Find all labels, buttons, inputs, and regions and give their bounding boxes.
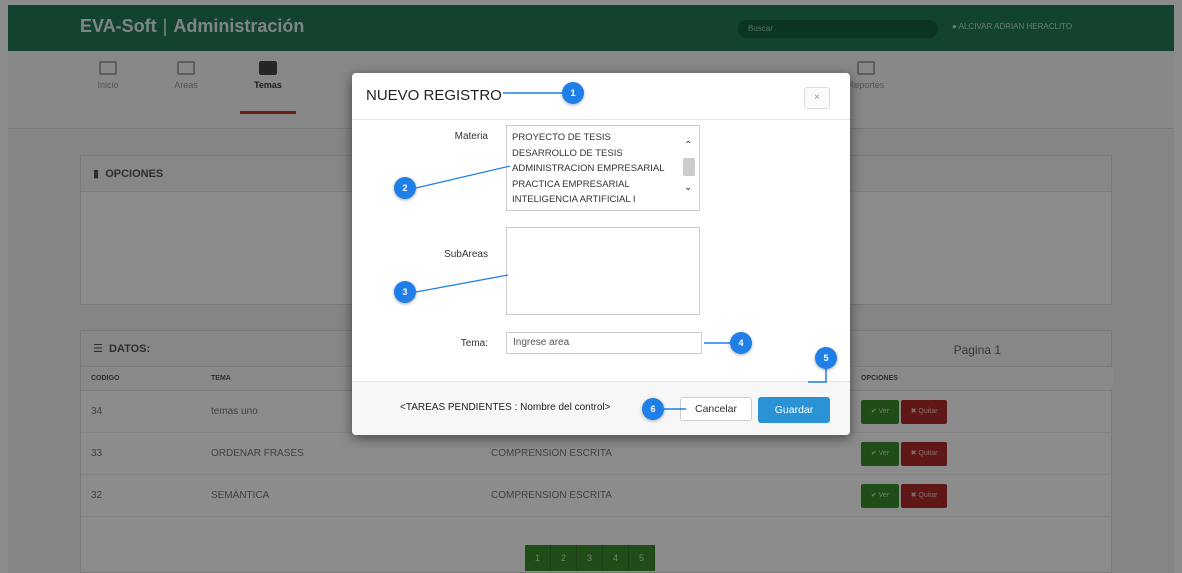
modal-title: NUEVO REGISTRO [366,87,502,104]
list-item[interactable]: PROYECTO DE TESIS [512,130,694,146]
materia-listbox[interactable]: PROYECTO DE TESIS DESARROLLO DE TESIS AD… [506,125,700,211]
callout-badge: 2 [394,177,416,199]
tema-label: Tema: [460,338,488,349]
scroll-thumb[interactable] [683,158,695,176]
list-item[interactable]: INTELIGENCIA ARTIFICIAL I [512,192,694,208]
modal-footer: <TAREAS PENDIENTES : Nombre del control>… [352,381,850,435]
listbox-scrollbar[interactable]: ⌃ ⌄ [682,130,696,204]
subareas-field[interactable] [506,227,700,315]
tema-input[interactable]: Ingrese area [506,332,702,354]
list-item[interactable]: DESARROLLO DE TESIS [512,146,694,162]
close-button[interactable]: × [804,87,830,109]
divider [352,119,850,120]
callout-badge: 3 [394,281,416,303]
save-button[interactable]: Guardar [758,397,830,423]
list-item[interactable]: ADMINISTRACION EMPRESARIAL [512,161,694,177]
list-item[interactable]: PRACTICA EMPRESARIAL [512,177,694,193]
chevron-up-icon[interactable]: ⌃ [684,140,692,151]
callout-badge: 1 [562,82,584,104]
chevron-down-icon[interactable]: ⌄ [684,182,692,193]
pending-note: <TAREAS PENDIENTES : Nombre del control> [400,402,611,413]
callout-badge: 6 [642,398,664,420]
materia-label: Materia [454,131,488,142]
callout-badge: 5 [815,347,837,369]
cancel-button[interactable]: Cancelar [680,397,752,421]
subareas-label: SubAreas [444,249,488,260]
new-record-modal: NUEVO REGISTRO × Materia PROYECTO DE TES… [352,73,850,435]
callout-badge: 4 [730,332,752,354]
